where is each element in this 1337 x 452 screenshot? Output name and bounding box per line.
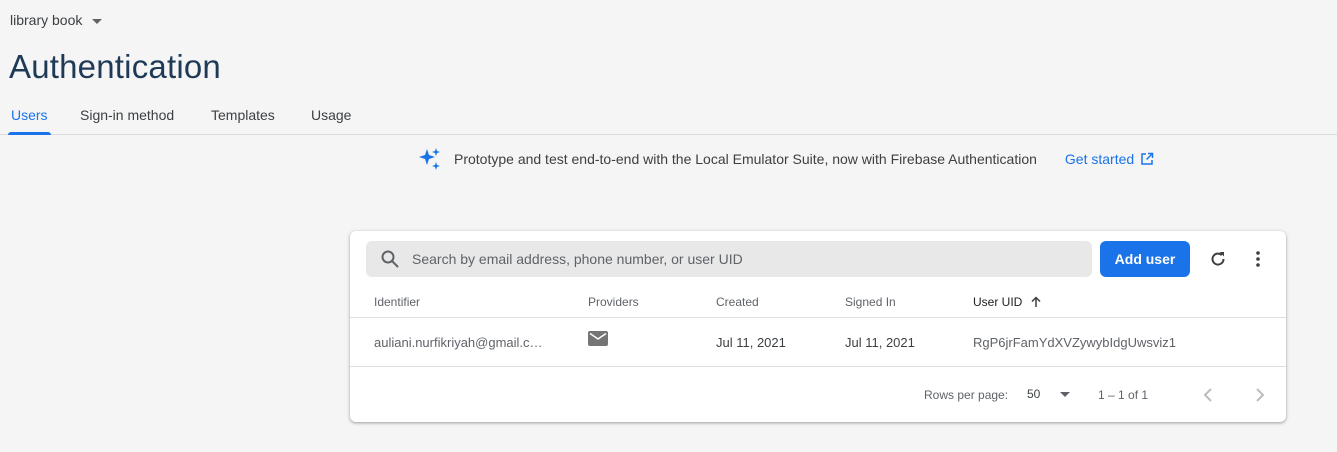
rows-per-page-select[interactable]: 50 — [1027, 387, 1071, 401]
project-name: library book — [10, 12, 83, 28]
dropdown-arrow-icon — [92, 18, 103, 24]
get-started-link[interactable]: Get started — [1065, 151, 1154, 167]
column-header-user-uid-label: User UID — [973, 295, 1023, 309]
column-header-providers[interactable]: Providers — [588, 295, 639, 309]
sort-arrow-up-icon — [1031, 296, 1041, 307]
add-user-button[interactable]: Add user — [1100, 241, 1190, 277]
cell-signed-in: Jul 11, 2021 — [845, 335, 915, 350]
tab-templates[interactable]: Templates — [208, 96, 278, 134]
pagination-range: 1 – 1 of 1 — [1098, 388, 1149, 402]
email-icon — [588, 331, 608, 346]
tab-bar: Users Sign-in method Templates Usage — [0, 96, 1337, 135]
dropdown-arrow-icon — [1060, 391, 1071, 397]
more-vert-icon — [1256, 251, 1260, 267]
tab-users[interactable]: Users — [8, 96, 51, 135]
search-icon — [381, 250, 399, 268]
get-started-label: Get started — [1064, 151, 1135, 167]
cell-identifier: auliani.nurfikriyah@gmail.c… — [374, 335, 543, 350]
search-input[interactable] — [410, 250, 1092, 268]
row-divider — [350, 366, 1286, 367]
column-header-signed-in[interactable]: Signed In — [845, 295, 896, 309]
open-in-new-icon — [1141, 152, 1154, 165]
emulator-banner: Prototype and test end-to-end with the L… — [418, 146, 1154, 172]
header-divider — [350, 317, 1286, 318]
sparkle-icon — [419, 148, 440, 170]
refresh-button[interactable] — [1206, 247, 1230, 271]
project-picker[interactable]: library book — [10, 12, 103, 28]
rows-per-page-label: Rows per page: — [924, 388, 1009, 402]
search-bar[interactable] — [366, 241, 1092, 277]
users-table-card: Add user Identifier Providers Created Si… — [350, 231, 1286, 422]
tab-usage[interactable]: Usage — [308, 96, 354, 134]
chevron-right-icon — [1256, 388, 1265, 402]
column-header-user-uid[interactable]: User UID — [973, 295, 1042, 309]
rows-per-page-value: 50 — [1027, 387, 1041, 401]
column-header-created[interactable]: Created — [716, 295, 759, 309]
next-page-button[interactable] — [1250, 385, 1270, 405]
banner-text: Prototype and test end-to-end with the L… — [454, 151, 1037, 167]
cell-user-uid: RgP6jrFamYdXVZywybIdgUwsviz1 — [973, 335, 1177, 350]
column-header-identifier[interactable]: Identifier — [374, 295, 420, 309]
more-options-button[interactable] — [1246, 247, 1270, 271]
tab-sign-in-method[interactable]: Sign-in method — [77, 96, 177, 134]
previous-page-button[interactable] — [1198, 385, 1218, 405]
chevron-left-icon — [1203, 388, 1212, 402]
cell-created: Jul 11, 2021 — [716, 335, 786, 350]
refresh-icon — [1211, 252, 1225, 266]
page-title: Authentication — [9, 48, 221, 85]
